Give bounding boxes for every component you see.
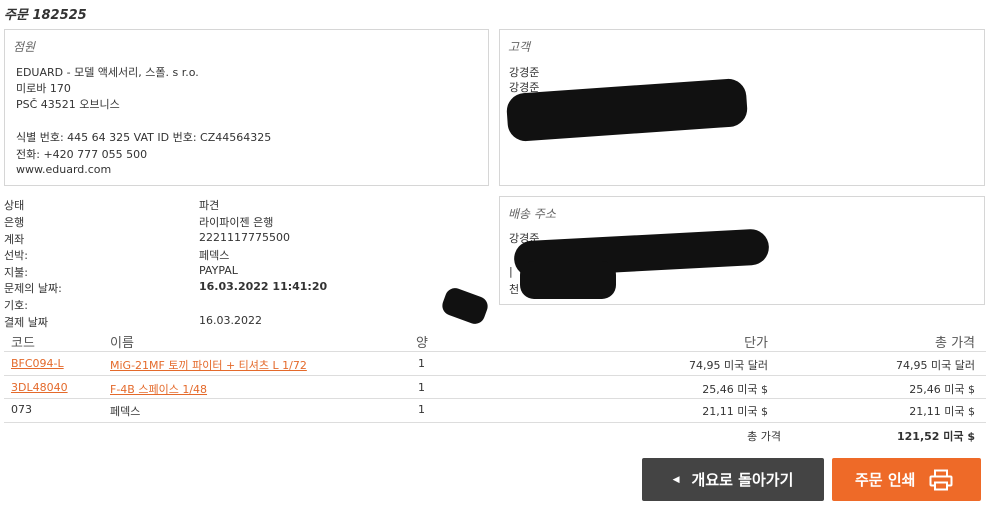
unit-price-cell: 25,46 미국 $ bbox=[702, 383, 768, 396]
product-name-link[interactable]: F-4B 스페이스 1/48 bbox=[110, 381, 207, 397]
header-unit-price: 단가 bbox=[744, 336, 768, 351]
detail-label: 결제 날짜 bbox=[4, 316, 48, 329]
seller-box: 점원 EDUARD - 모델 액세서리, 스폴. s r.o. 미로바 170 … bbox=[4, 29, 489, 186]
page-title: 주문 182525 bbox=[4, 8, 87, 23]
print-order-button[interactable]: 주문 인쇄 bbox=[832, 458, 981, 501]
divider bbox=[4, 422, 986, 423]
total-price-cell: 25,46 미국 $ bbox=[909, 383, 975, 396]
divider bbox=[4, 375, 986, 376]
detail-value: 파견 bbox=[199, 199, 220, 212]
detail-label: 문제의 날짜: bbox=[4, 282, 62, 295]
detail-label: 선박: bbox=[4, 249, 28, 262]
printer-icon bbox=[929, 469, 953, 491]
grand-total-value: 121,52 미국 $ bbox=[896, 430, 975, 443]
product-code: 073 bbox=[11, 403, 32, 416]
customer-name: 강경준 bbox=[509, 66, 540, 79]
detail-value: 페덱스 bbox=[199, 249, 230, 262]
redaction-mark bbox=[520, 261, 616, 299]
redaction-mark bbox=[439, 285, 491, 327]
detail-label: 상태 bbox=[4, 199, 25, 212]
header-total-price: 총 가격 bbox=[934, 336, 975, 351]
seller-line: PSČ 43521 오브니스 bbox=[16, 98, 120, 111]
detail-value: 라이파이젠 은행 bbox=[199, 216, 274, 229]
shipping-partial: | bbox=[509, 265, 513, 278]
unit-price-cell: 74,95 미국 달러 bbox=[689, 359, 768, 372]
detail-label: 지불: bbox=[4, 266, 28, 279]
seller-line: www.eduard.com bbox=[16, 163, 112, 176]
detail-label: 기호: bbox=[4, 299, 28, 312]
header-name: 이름 bbox=[110, 336, 134, 351]
divider bbox=[4, 398, 986, 399]
seller-line: 전화: +420 777 055 500 bbox=[16, 148, 148, 161]
detail-label: 계좌 bbox=[4, 233, 25, 246]
shipping-box: 배송 주소 강경준 | 천 bbox=[499, 196, 985, 305]
divider bbox=[4, 351, 986, 352]
shipping-partial: 천 bbox=[509, 283, 520, 296]
detail-value: 2221117775500 bbox=[199, 231, 290, 244]
shipping-heading: 배송 주소 bbox=[508, 207, 556, 221]
detail-value: PAYPAL bbox=[199, 264, 238, 277]
unit-price-cell: 21,11 미국 $ bbox=[702, 405, 768, 418]
print-button-label: 주문 인쇄 bbox=[855, 471, 916, 489]
detail-label: 은행 bbox=[4, 216, 25, 229]
seller-line: 식별 번호: 445 64 325 VAT ID 번호: CZ44564325 bbox=[16, 131, 272, 144]
customer-heading: 고객 bbox=[508, 40, 531, 54]
back-to-overview-button[interactable]: ◀ 개요로 돌아가기 bbox=[642, 458, 824, 501]
seller-line: EDUARD - 모델 액세서리, 스폴. s r.o. bbox=[16, 66, 199, 79]
header-qty: 양 bbox=[416, 336, 428, 351]
seller-line: 미로바 170 bbox=[16, 82, 71, 95]
redaction-mark bbox=[505, 77, 749, 143]
qty-cell: 1 bbox=[418, 357, 425, 370]
total-price-cell: 74,95 미국 달러 bbox=[896, 359, 975, 372]
customer-box: 고객 강경준 강경준 bbox=[499, 29, 985, 186]
total-price-cell: 21,11 미국 $ bbox=[909, 405, 975, 418]
product-name-link[interactable]: MiG-21MF 토끼 파이터 + 티셔츠 L 1/72 bbox=[110, 357, 307, 373]
caret-left-icon: ◀ bbox=[672, 474, 680, 485]
back-button-label: 개요로 돌아가기 bbox=[691, 471, 794, 489]
seller-heading: 점원 bbox=[13, 40, 36, 54]
detail-value: 16.03.2022 bbox=[199, 314, 262, 327]
grand-total-label: 총 가격 bbox=[747, 430, 781, 443]
product-code-link[interactable]: BFC094-L bbox=[11, 357, 64, 370]
qty-cell: 1 bbox=[418, 403, 425, 416]
qty-cell: 1 bbox=[418, 381, 425, 394]
product-name: 페덱스 bbox=[110, 405, 141, 418]
product-code-link[interactable]: 3DL48040 bbox=[11, 381, 68, 394]
header-code: 코드 bbox=[11, 336, 35, 351]
detail-value: 16.03.2022 11:41:20 bbox=[199, 280, 328, 293]
